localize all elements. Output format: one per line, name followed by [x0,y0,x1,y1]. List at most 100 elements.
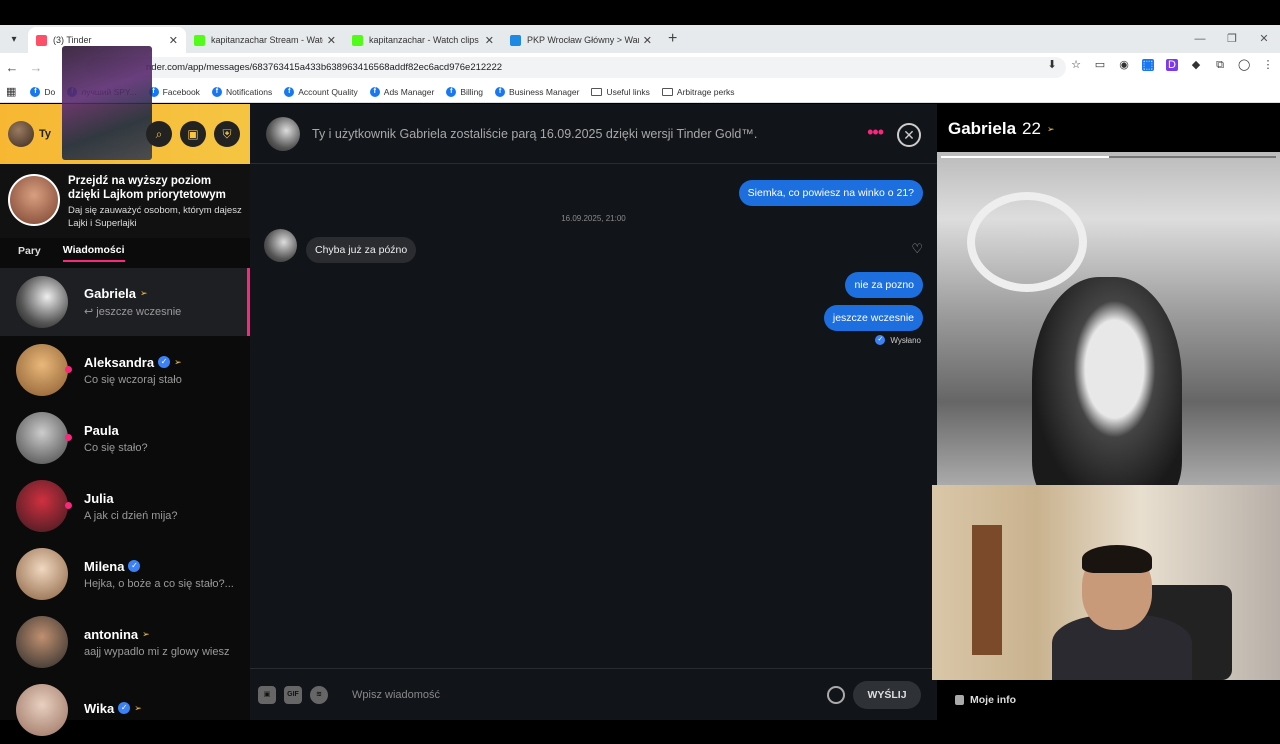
folder-icon [591,87,603,96]
bookmark-item[interactable]: Arbitrage perks [661,87,735,97]
match-info-text: Ty i użytkownik Gabriela zostaliście par… [312,126,758,141]
conversation-item[interactable]: Gabriela ➢ ↩ jeszcze wczesnie [0,268,250,336]
video-icon[interactable]: ▭ [1094,59,1106,71]
extension-icon-1[interactable]: ◉ [1118,59,1130,71]
bookmark-item[interactable]: f Do [30,86,56,97]
explore-icon[interactable]: ⌕ [146,121,172,147]
message-timestamp: 16.09.2025, 21:00 [561,214,626,223]
tab-favicon-icon [510,34,521,46]
message-outgoing: nie za pozno [845,272,923,298]
bookmark-item[interactable]: f Ads Manager [369,86,435,97]
bookmark-item[interactable]: Useful links [591,87,650,97]
webcam-door [972,525,1002,655]
my-profile-label[interactable]: Ty [39,128,51,140]
restore-icon[interactable]: ❐ [1216,25,1248,53]
tab-close-icon[interactable]: ✕ [643,34,652,47]
minimize-icon[interactable]: — [1184,25,1216,53]
verified-icon: ✓ [118,702,131,714]
info-icon [955,695,964,705]
bookmark-item[interactable]: f Account Quality [284,86,358,97]
close-icon[interactable]: ✕ [897,123,921,147]
url-field[interactable]: nder.com/app/messages/683763415a433b6389… [86,57,1066,78]
extensions-puzzle-icon[interactable]: ⧉ [1214,59,1226,71]
menu-kebab-icon[interactable]: ⋮ [1262,59,1274,71]
match-avatar[interactable] [266,116,300,151]
conversation-preview: Co się stało? [84,441,148,454]
conversation-name: Wika [84,700,115,716]
gif-button[interactable]: GIF [284,685,302,704]
tab-title: PKP Wrocław Główny > Warsza [527,35,639,45]
shield-icon[interactable]: ⛨ [214,121,240,147]
conversation-item[interactable]: antonina ➢ aajj wypadlo mi z glowy wiesz [0,608,250,676]
browser-tab[interactable]: PKP Wrocław Główny > Warsza ✕ [502,27,660,53]
conversation-item[interactable]: Julia A jak ci dzień mija? [0,472,250,540]
folder-icon [661,87,673,96]
message-input[interactable]: Wpisz wiadomość [352,689,827,701]
priority-likes-promo[interactable]: Przejdź na wyższy poziom dzięki Lajkom p… [0,164,250,238]
bookmark-label: Do [44,86,56,97]
verified-icon: ✓ [158,356,171,368]
bookmark-label: Business Manager [509,86,580,97]
spotify-icon[interactable]: ≋ [310,685,328,704]
my-info-button[interactable]: Moje info [937,680,1280,720]
verified-icon: ✓ [128,560,141,572]
message-outgoing: jeszcze wczesnie [823,305,923,331]
address-bar-row: ← → nder.com/app/messages/683763415a433b… [0,53,1280,81]
conversation-item[interactable]: Aleksandra ✓ ➢ Co się wczoraj stało [0,336,250,404]
conversation-item[interactable]: Milena ✓ Hejka, o boże a co się stało?... [0,540,250,608]
conversation-avatar [16,412,72,464]
extension-icon-2[interactable]: ⬚ [1142,59,1154,71]
photo-background-arch [967,192,1087,292]
install-icon[interactable]: ⬇ [1046,59,1058,71]
forward-icon[interactable]: → [24,60,48,75]
like-heart-icon[interactable]: ♡ [911,241,923,257]
photo-subject [1032,277,1182,485]
more-options-icon[interactable]: ••• [867,122,884,143]
conversation-avatar [16,480,72,532]
profile-photo[interactable] [937,152,1280,485]
toolbar-icons: ⬇ ☆ ▭ ◉ ⬚ D ◆ ⧉ ◯ ⋮ [1046,59,1274,71]
bookmark-item[interactable]: f Billing [446,86,483,97]
star-icon[interactable]: ☆ [1070,59,1082,71]
bookmark-item[interactable]: f Notifications [211,86,273,97]
send-button[interactable]: WYŚLIJ [853,680,921,709]
sidebar-header: Ty ⌕ ▣ ⛨ [0,46,250,164]
promo-subtitle: Daj się zauważyć osobom, którym dajesz L… [68,205,242,229]
tab-favicon-icon [36,34,47,46]
tab-matches[interactable]: Pary [18,245,41,261]
back-icon[interactable]: ← [0,60,24,75]
facebook-icon: f [369,86,380,97]
tinder-app: Ty ⌕ ▣ ⛨ Przejdź na wyższy poziom dzięki… [0,46,1280,736]
tab-search-icon[interactable]: ▾ [0,25,28,53]
sticker-icon[interactable]: ▣ [258,685,276,704]
conversation-item[interactable]: Paula Co się stało? [0,404,250,472]
tab-close-icon[interactable]: ✕ [169,34,178,47]
tab-close-icon[interactable]: ✕ [485,34,494,47]
browser-tab[interactable]: kapitanzachar - Watch clips on ✕ [344,27,502,53]
apps-grid-icon[interactable]: ▦ [6,85,16,98]
chat-panel: Ty i użytkownik Gabriela zostaliście par… [250,104,937,720]
promo-title: Przejdź na wyższy poziom dzięki Lajkom p… [68,175,226,201]
tab-close-icon[interactable]: ✕ [327,34,336,47]
tab-title: kapitanzachar - Watch clips on [369,35,481,45]
bookmark-item[interactable]: f Facebook [148,86,200,97]
my-avatar[interactable] [8,121,34,147]
bookmark-label: Notifications [225,86,273,97]
emoji-icon[interactable] [827,685,845,704]
conversation-preview: Co się wczoraj stało [84,373,182,386]
extension-icon-3[interactable]: D [1166,59,1178,71]
bookmark-label: Ads Manager [383,86,435,97]
conversation-item[interactable]: Wika ✓ ➢ [0,676,250,744]
sender-avatar [264,229,297,262]
close-window-icon[interactable]: ✕ [1248,25,1280,53]
extension-icon-4[interactable]: ◆ [1190,59,1202,71]
briefcase-icon[interactable]: ▣ [180,121,206,147]
tab-favicon-icon [352,34,363,46]
bookmark-item[interactable]: f Business Manager [495,86,580,97]
tab-messages[interactable]: Wiadomości [62,244,125,262]
conversation-avatar [16,344,72,396]
profile-icon[interactable]: ◯ [1238,59,1250,71]
tab-favicon-icon [194,34,205,46]
new-tab-button[interactable]: + [668,30,677,48]
browser-tab[interactable]: kapitanzachar Stream - Watch L ✕ [186,27,344,53]
